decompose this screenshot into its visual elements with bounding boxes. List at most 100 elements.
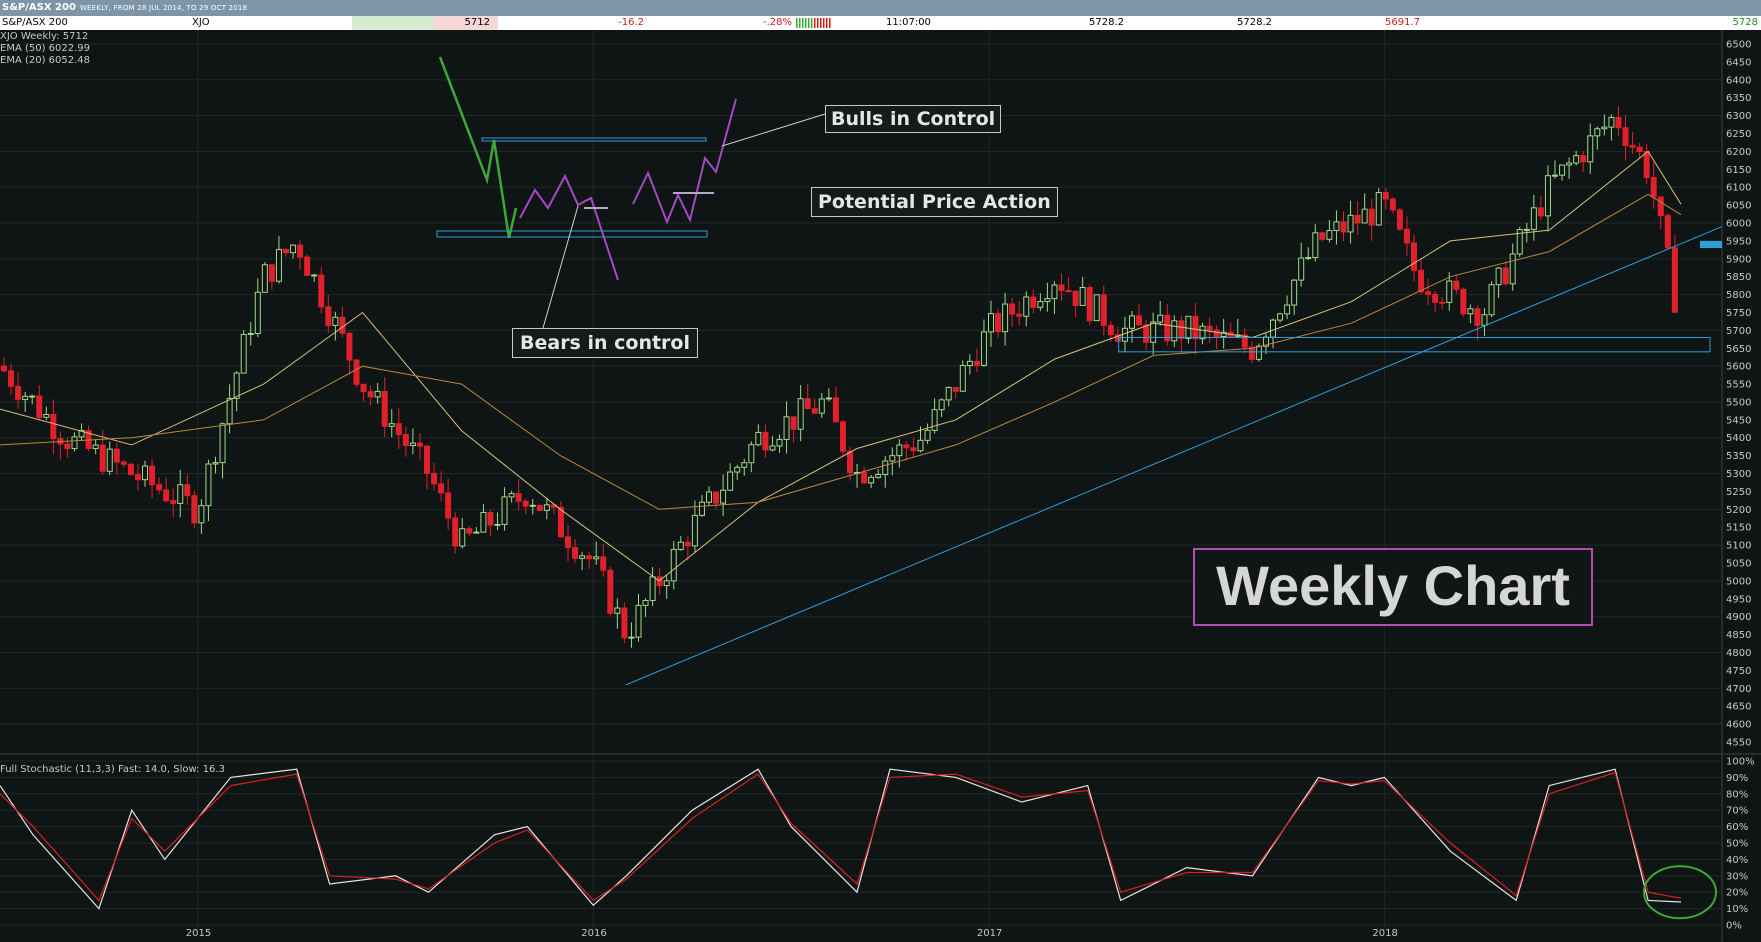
candle-body (1530, 207, 1537, 230)
quote-open: 5728.2 (1089, 17, 1124, 28)
time-tick-label: 2016 (581, 928, 606, 939)
price-tick-label: 6200 (1726, 147, 1751, 158)
candle-body (959, 365, 966, 392)
candle-body (339, 316, 346, 334)
candle-body (1446, 280, 1453, 303)
schematic-lower-box (436, 230, 708, 238)
candle-body (593, 556, 600, 560)
candle-body (995, 313, 1002, 333)
candle-body (600, 556, 607, 571)
stochastic-legend: Full Stochastic (11,3,3) Fast: 14.0, Slo… (0, 764, 225, 775)
price-legend: XJO Weekly: 5712 EMA (50) 6022.99 EMA (2… (0, 31, 90, 67)
candle-body (1072, 290, 1079, 306)
chart-canvas: 4550 4600 4650 4700 4750 4800 4850 4900 4950 5000… (0, 30, 1761, 942)
price-tick-label: 5850 (1726, 272, 1751, 283)
candle-body (734, 466, 741, 473)
candle-body (1396, 209, 1403, 230)
candle-body (684, 541, 691, 547)
candle-body (896, 444, 903, 457)
candle-body (1340, 221, 1347, 233)
candle-body (670, 548, 677, 582)
price-tick-label: 5600 (1726, 362, 1751, 373)
candle-body (1100, 294, 1107, 326)
candle-body (522, 500, 529, 507)
candle-body (727, 471, 734, 491)
candle-body (790, 416, 797, 430)
candle-body (219, 423, 226, 464)
candle-body (297, 244, 304, 258)
candle-body (374, 390, 381, 398)
candle-body (1270, 319, 1276, 338)
candle-body (804, 398, 811, 410)
candle-body (494, 523, 501, 526)
quote-change: -16.2 (618, 17, 644, 28)
price-tick-label: 5700 (1726, 326, 1751, 337)
candle-body (579, 555, 586, 559)
candle-body (924, 429, 931, 441)
candle-body (1629, 144, 1636, 148)
candle-body (22, 395, 29, 400)
quote-time: 11:07:00 (886, 17, 931, 28)
candle-body (783, 416, 790, 440)
candle-body (720, 489, 727, 504)
candle-body (1107, 324, 1114, 336)
candle-body (212, 462, 219, 465)
candle-body (1608, 116, 1615, 128)
candle-body (741, 462, 748, 468)
candle-body (1537, 207, 1544, 217)
candle-body (917, 439, 924, 452)
spark-bar (802, 18, 804, 28)
candle-body (1023, 296, 1030, 317)
candle-body (1213, 329, 1220, 338)
candle-body (621, 607, 628, 639)
candle-body (8, 370, 15, 387)
candle-body (283, 248, 289, 254)
candle-body (240, 333, 247, 374)
candle-body (1622, 127, 1629, 146)
price-tick-label: 4850 (1726, 630, 1751, 641)
stoch-fast-line (0, 768, 1682, 910)
candle-body (910, 447, 917, 452)
candle-body (1, 365, 7, 372)
candle-body (170, 500, 177, 504)
candle-body (769, 445, 776, 451)
candle-body (762, 431, 769, 451)
candle-body (952, 386, 959, 392)
candle-body (445, 492, 452, 519)
candle-body (318, 274, 325, 308)
note-weekly-chart: Weekly Chart (1193, 548, 1593, 626)
candle-body (1664, 215, 1671, 249)
candle-body (156, 484, 163, 491)
candle-body (247, 332, 254, 335)
candle-body (1284, 304, 1291, 315)
quote-close: 5728 (1732, 17, 1758, 28)
candle-body (353, 359, 360, 385)
candle-body (748, 444, 755, 464)
note-bears-in-control: Bears in control (512, 328, 698, 358)
candle-body (332, 316, 339, 326)
candle-body (973, 360, 980, 366)
candle-body (304, 256, 311, 276)
candle-body (275, 248, 282, 282)
candle-body (1544, 175, 1551, 217)
candle-body (233, 372, 240, 399)
candle-body (586, 555, 593, 560)
candle-body (268, 264, 275, 282)
stoch-tick-label: 50% (1726, 839, 1748, 850)
price-tick-label: 6150 (1726, 165, 1751, 176)
candle-body (226, 397, 233, 425)
candle-body (1291, 279, 1298, 306)
price-tick-label: 5950 (1726, 236, 1751, 247)
candle-body (1009, 303, 1016, 315)
candle-body (1389, 198, 1396, 211)
candle-body (424, 445, 430, 474)
candle-body (184, 484, 191, 497)
quote-bid-cell (352, 16, 434, 30)
price-tick-label: 6400 (1726, 75, 1751, 86)
candle-body (1467, 308, 1474, 315)
candle-body (480, 511, 487, 533)
candle-body (818, 398, 825, 414)
candle-body (1002, 303, 1009, 333)
candle-body (515, 493, 522, 502)
candle-body (832, 397, 839, 423)
